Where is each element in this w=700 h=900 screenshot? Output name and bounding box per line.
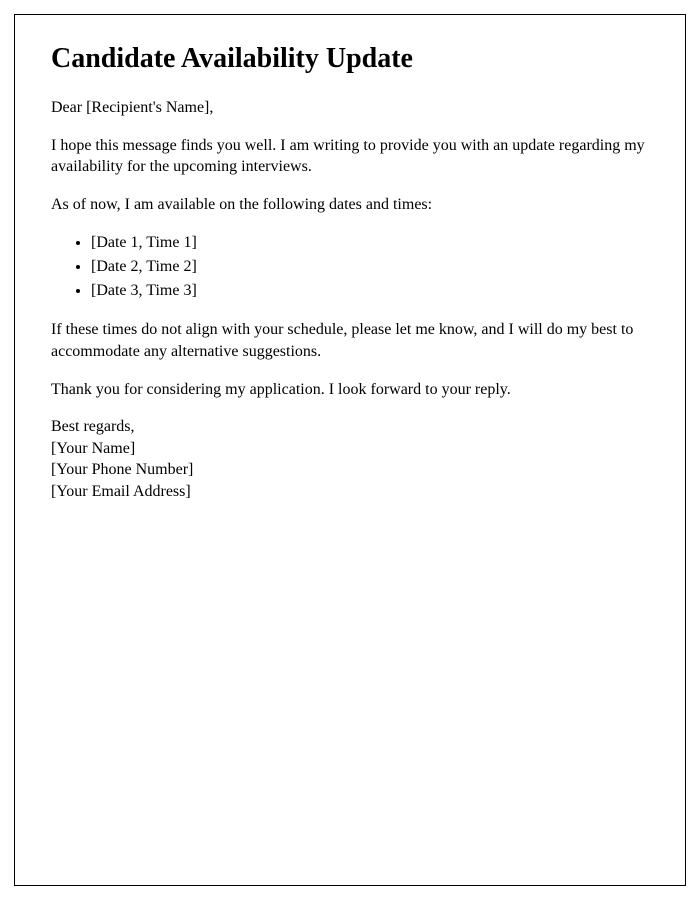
signature-name: [Your Name] xyxy=(51,438,649,460)
document-title: Candidate Availability Update xyxy=(51,43,649,75)
intro-paragraph: I hope this message finds you well. I am… xyxy=(51,135,649,178)
signature-block: Best regards, [Your Name] [Your Phone Nu… xyxy=(51,416,649,502)
signature-phone: [Your Phone Number] xyxy=(51,459,649,481)
list-item: [Date 3, Time 3] xyxy=(91,279,649,303)
greeting: Dear [Recipient's Name], xyxy=(51,97,649,119)
signature-email: [Your Email Address] xyxy=(51,481,649,503)
thank-you-paragraph: Thank you for considering my application… xyxy=(51,379,649,401)
availability-list: [Date 1, Time 1] [Date 2, Time 2] [Date … xyxy=(91,231,649,303)
list-item: [Date 1, Time 1] xyxy=(91,231,649,255)
signature-closing: Best regards, xyxy=(51,416,649,438)
document-page: Candidate Availability Update Dear [Reci… xyxy=(14,14,686,886)
availability-intro: As of now, I am available on the followi… xyxy=(51,194,649,216)
alternative-paragraph: If these times do not align with your sc… xyxy=(51,319,649,362)
list-item: [Date 2, Time 2] xyxy=(91,255,649,279)
